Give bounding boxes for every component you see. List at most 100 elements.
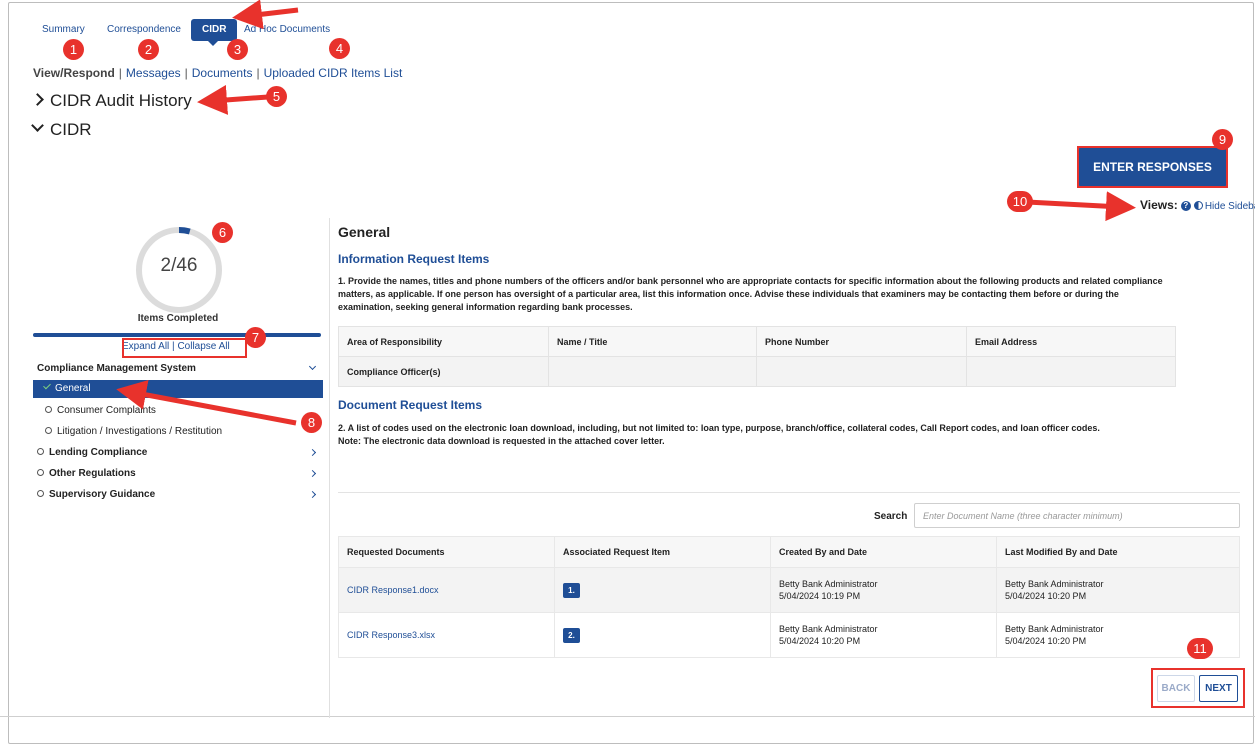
annotation-badge: 8 xyxy=(301,412,322,433)
sidebar-item-label: General xyxy=(55,383,91,394)
tab-ad-hoc-documents[interactable]: Ad Hoc Documents xyxy=(244,24,330,35)
table-row: CIDR Response1.docx 1. Betty Bank Admini… xyxy=(338,567,1240,613)
sidebar-group-label: Compliance Management System xyxy=(37,363,196,374)
phone-number-input-cell xyxy=(756,356,967,387)
subnav-documents[interactable]: Documents xyxy=(192,66,253,80)
incomplete-circle-icon xyxy=(37,447,44,455)
document-request-heading: Document Request Items xyxy=(338,398,483,412)
table-cell: Compliance Officer(s) xyxy=(338,356,549,387)
search-label: Search xyxy=(874,511,908,522)
document-request-note: Note: The electronic data download is re… xyxy=(338,436,665,446)
chevron-right-icon xyxy=(31,93,44,106)
information-request-table: Area of Responsibility Name / Title Phon… xyxy=(338,326,1176,387)
subnav-separator: | xyxy=(256,66,260,80)
column-header: Area of Responsibility xyxy=(338,326,549,357)
tab-cidr[interactable]: CIDR xyxy=(191,19,238,41)
request-item-badge[interactable]: 1. xyxy=(563,582,580,598)
created-date: 5/04/2024 10:19 PM xyxy=(779,591,861,601)
chevron-right-icon xyxy=(308,448,317,457)
sidebar-item-label: Litigation / Investigations / Restitutio… xyxy=(57,426,223,437)
subnav-separator: | xyxy=(184,66,188,80)
subnav-separator: | xyxy=(118,66,122,80)
tab-summary[interactable]: Summary xyxy=(42,24,85,35)
sidebar-group-other-regulations[interactable]: Other Regulations xyxy=(33,465,323,483)
checkmark-icon xyxy=(43,381,51,390)
sidebar-group-supervisory-guidance[interactable]: Supervisory Guidance xyxy=(33,486,323,504)
annotation-badge: 4 xyxy=(329,38,350,59)
sidebar-item-general[interactable]: General xyxy=(33,380,323,398)
subnav-view-respond[interactable]: View/Respond xyxy=(33,66,115,80)
sidebar-group-compliance-management-system[interactable]: Compliance Management System xyxy=(33,360,323,378)
incomplete-circle-icon xyxy=(45,405,52,413)
documents-table: Requested Documents Associated Request I… xyxy=(338,536,1240,658)
column-header: Email Address xyxy=(966,326,1176,357)
content-divider xyxy=(338,492,1240,493)
views-label: Views: xyxy=(1140,198,1178,212)
incomplete-circle-icon xyxy=(37,489,44,497)
annotation-badge: 6 xyxy=(212,222,233,243)
column-header: Associated Request Item xyxy=(554,536,771,568)
document-link[interactable]: CIDR Response3.xlsx xyxy=(347,630,435,640)
incomplete-circle-icon xyxy=(37,468,44,476)
help-icon[interactable]: ? xyxy=(1180,200,1191,211)
cidr-section-toggle[interactable]: CIDR xyxy=(31,119,92,140)
sidebar-group-label: Lending Compliance xyxy=(49,447,148,458)
annotation-badge: 7 xyxy=(245,327,266,348)
information-request-heading: Information Request Items xyxy=(338,252,490,266)
table-cell: Betty Bank Administrator 5/04/2024 10:20 … xyxy=(996,567,1240,613)
chevron-right-icon xyxy=(308,469,317,478)
views-controls: Views:? Hide Sidebar xyxy=(1140,198,1255,212)
items-completed-label: Items Completed xyxy=(137,313,219,324)
hide-sidebar-link[interactable]: Hide Sidebar xyxy=(1205,201,1255,212)
page-title: General xyxy=(338,224,391,240)
subnav-messages[interactable]: Messages xyxy=(126,66,181,80)
name-title-input-cell xyxy=(548,356,757,387)
created-by: Betty Bank Administrator xyxy=(779,579,878,589)
column-header: Last Modified By and Date xyxy=(996,536,1240,568)
table-row: CIDR Response3.xlsx 2. Betty Bank Admini… xyxy=(338,612,1240,658)
table-cell: Betty Bank Administrator 5/04/2024 10:20 … xyxy=(770,612,997,658)
created-date: 5/04/2024 10:20 PM xyxy=(779,636,861,646)
annotation-highlight-expand xyxy=(122,338,247,358)
request-item-badge[interactable]: 2. xyxy=(563,627,580,643)
progress-count: 2/46 xyxy=(160,255,198,276)
chevron-right-icon xyxy=(308,490,317,499)
annotation-badge: 3 xyxy=(227,39,248,60)
subnav-uploaded-cidr-items-list[interactable]: Uploaded CIDR Items List xyxy=(264,66,403,80)
tab-correspondence[interactable]: Correspondence xyxy=(107,24,181,35)
table-cell: 1. xyxy=(554,567,771,613)
table-cell: CIDR Response1.docx xyxy=(338,567,555,613)
sidebar-group-label: Other Regulations xyxy=(49,468,136,479)
annotation-badge: 10 xyxy=(1007,191,1033,212)
document-search-input[interactable] xyxy=(914,503,1240,528)
annotation-highlight-enter xyxy=(1077,146,1228,188)
sub-navigation: View/Respond | Messages | Documents | Uploaded… xyxy=(33,66,402,80)
email-address-input-cell xyxy=(966,356,1176,387)
table-cell: CIDR Response3.xlsx xyxy=(338,612,555,658)
cidr-audit-history-label: CIDR Audit History xyxy=(50,91,192,110)
annotation-badge: 5 xyxy=(266,86,287,107)
chevron-down-icon xyxy=(308,362,317,371)
sidebar-group-lending-compliance[interactable]: Lending Compliance xyxy=(33,444,323,462)
bottom-divider xyxy=(0,716,1255,717)
chevron-down-icon xyxy=(31,119,44,132)
cidr-audit-history-toggle[interactable]: CIDR Audit History xyxy=(31,91,192,111)
sidebar-item-label: Consumer Complaints xyxy=(57,405,156,416)
annotation-highlight-pagination xyxy=(1151,668,1245,708)
sidebar-item-litigation[interactable]: Litigation / Investigations / Restitutio… xyxy=(33,423,323,441)
document-link[interactable]: CIDR Response1.docx xyxy=(347,585,439,595)
column-header: Created By and Date xyxy=(770,536,997,568)
active-tab-caret xyxy=(208,41,218,46)
sidebar-item-consumer-complaints[interactable]: Consumer Complaints xyxy=(33,402,323,420)
column-header: Name / Title xyxy=(548,326,757,357)
table-cell: Betty Bank Administrator 5/04/2024 10:19 … xyxy=(770,567,997,613)
table-cell: 2. xyxy=(554,612,771,658)
information-request-text: 1. Provide the names, titles and phone n… xyxy=(338,276,1163,312)
document-request-text: 2. A list of codes used on the electroni… xyxy=(338,422,1188,448)
table-header-row: Requested Documents Associated Request I… xyxy=(338,536,1240,568)
modified-by: Betty Bank Administrator xyxy=(1005,624,1104,634)
table-header-row: Area of Responsibility Name / Title Phon… xyxy=(338,326,1176,357)
column-header: Requested Documents xyxy=(338,536,555,568)
sidebar-divider xyxy=(329,218,330,718)
modified-by: Betty Bank Administrator xyxy=(1005,579,1104,589)
